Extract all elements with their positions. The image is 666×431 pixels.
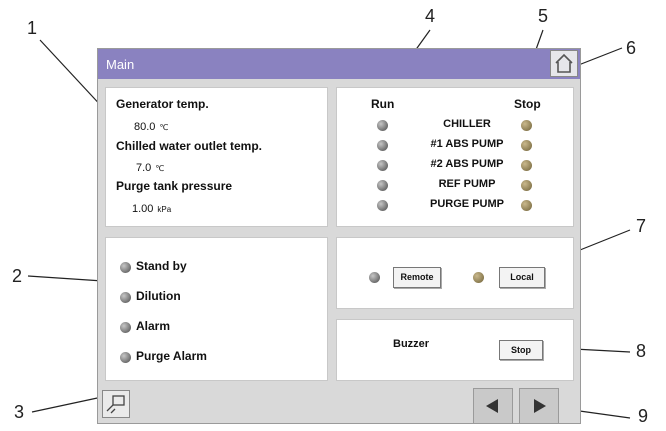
local-button[interactable]: Local <box>499 267 545 288</box>
buzzer-panel: Buzzer Stop <box>336 319 574 381</box>
callout-5: 5 <box>538 6 549 26</box>
run-indicator-abs-pump-1 <box>377 140 388 151</box>
alarm-indicator <box>120 322 131 333</box>
left-arrow-icon <box>486 399 498 413</box>
state-label: Dilution <box>136 289 181 303</box>
equipment-label: CHILLER <box>443 118 491 130</box>
run-indicator-chiller <box>377 120 388 131</box>
purge-tank-label: Purge tank pressure <box>116 179 233 193</box>
callout-9: 9 <box>638 406 649 426</box>
chilled-water-value: 7.0 ℃ <box>136 162 165 174</box>
state-label: Alarm <box>136 319 171 333</box>
previous-page-button[interactable] <box>473 388 513 424</box>
buzzer-stop-button[interactable]: Stop <box>499 340 543 360</box>
panel-settings-icon <box>106 395 125 414</box>
right-arrow-icon <box>534 399 546 413</box>
chilled-water-label: Chilled water outlet temp. <box>116 139 263 153</box>
callout-4: 4 <box>425 6 436 26</box>
operation-state-panel: Stand by Dilution Alarm Purge Alarm <box>105 237 328 381</box>
screen-title: Main <box>106 57 135 72</box>
state-label: Stand by <box>136 259 187 273</box>
equipment-label: PURGE PUMP <box>430 198 504 210</box>
stop-indicator-ref-pump <box>521 180 532 191</box>
stop-indicator-purge-pump <box>521 200 532 211</box>
remote-button[interactable]: Remote <box>393 267 441 288</box>
remote-indicator <box>369 272 380 283</box>
purge-tank-value: 1.00 kPa <box>132 203 172 215</box>
callout-3: 3 <box>14 402 25 422</box>
callout-6: 6 <box>626 38 637 58</box>
panel-settings-button[interactable] <box>102 390 130 418</box>
callout-1: 1 <box>27 18 38 38</box>
run-indicator-ref-pump <box>377 180 388 191</box>
leader-6 <box>575 47 623 67</box>
run-indicator-abs-pump-2 <box>377 160 388 171</box>
measurements-panel: Generator temp. 80.0 ℃ Chilled water outl… <box>105 87 328 227</box>
stop-indicator-abs-pump-2 <box>521 160 532 171</box>
buzzer-label: Buzzer <box>393 338 430 350</box>
state-label: Purge Alarm <box>136 349 207 363</box>
dilution-indicator <box>120 292 131 303</box>
equipment-label: #2 ABS PUMP <box>430 158 504 170</box>
callout-7: 7 <box>636 216 647 236</box>
equipment-label: REF PUMP <box>438 178 496 190</box>
run-indicator-purge-pump <box>377 200 388 211</box>
run-stop-panel: Run Stop CHILLER #1 ABS PUMP #2 ABS PUMP… <box>336 87 574 227</box>
stop-indicator-chiller <box>521 120 532 131</box>
home-button[interactable] <box>550 50 578 77</box>
run-header: Run <box>371 97 395 111</box>
next-page-button[interactable] <box>519 388 559 424</box>
standby-indicator <box>120 262 131 273</box>
local-indicator <box>473 272 484 283</box>
purge-alarm-indicator <box>120 352 131 363</box>
generator-temp-label: Generator temp. <box>116 97 209 111</box>
home-icon <box>555 53 573 73</box>
callout-8: 8 <box>636 341 647 361</box>
control-mode-panel: Remote Local <box>336 237 574 309</box>
callout-2: 2 <box>12 266 23 286</box>
stop-indicator-abs-pump-1 <box>521 140 532 151</box>
leader-3 <box>31 396 103 413</box>
title-bar: Main <box>98 49 580 79</box>
touch-screen: Main Generator temp. 80.0 ℃ Chilled water… <box>97 48 581 424</box>
equipment-label: #1 ABS PUMP <box>430 138 504 150</box>
stop-header: Stop <box>514 97 541 111</box>
generator-temp-value: 80.0 ℃ <box>134 121 169 133</box>
